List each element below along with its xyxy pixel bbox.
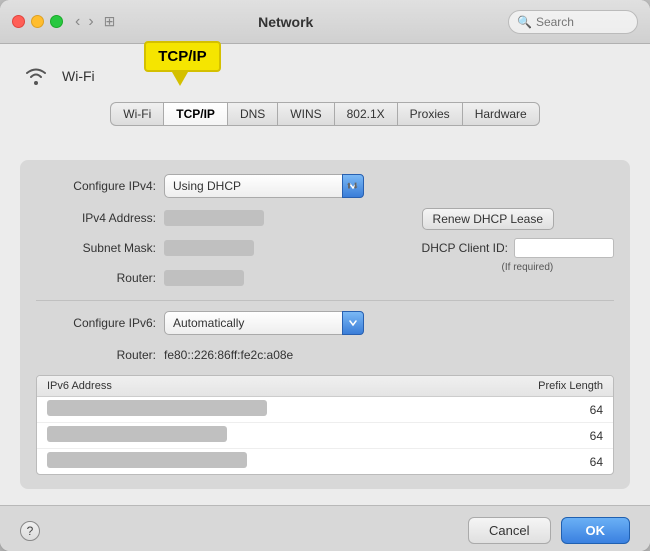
ipv6-col-prefix: Prefix Length [513,380,603,392]
ok-button[interactable]: OK [561,517,631,544]
ipv6-table-header: IPv6 Address Prefix Length [37,376,613,397]
form-section: Configure IPv4: Using DHCP IPv4 Address: [20,160,630,489]
wifi-header: Wi-Fi [20,60,630,92]
if-required-label: (If required) [502,262,554,273]
tab-tcpip[interactable]: TCP/IP TCP/IP [163,102,227,126]
ipv6-addr-1 [47,426,513,445]
configure-ipv4-value: Using DHCP [164,174,364,198]
renew-dhcp-button[interactable]: Renew DHCP Lease [422,208,555,230]
ipv6-router-label: Router: [36,348,156,362]
dhcp-right-panel: Renew DHCP Lease DHCP Client ID: (If req… [422,208,614,273]
tab-wifi[interactable]: Wi-Fi [110,102,163,126]
annotation-arrow [172,72,188,86]
dhcp-client-id-label: DHCP Client ID: [422,241,508,255]
titlebar: ‹ › ⊞ Network 🔍 [0,0,650,44]
tab-proxies[interactable]: Proxies [397,102,462,126]
router-row: Router: [36,266,264,290]
tab-wins[interactable]: WINS [277,102,333,126]
configure-ipv6-label: Configure IPv6: [36,316,156,330]
ipv6-addr-0 [47,400,513,419]
dhcp-client-id-input[interactable] [514,238,614,258]
ipv6-row-1: 64 [37,423,613,449]
router-value [164,270,244,286]
close-button[interactable] [12,15,25,28]
wifi-label: Wi-Fi [62,68,95,84]
configure-ipv4-label: Configure IPv4: [36,179,156,193]
tab-hardware[interactable]: Hardware [462,102,540,126]
ipv6-col-address: IPv6 Address [47,380,513,392]
help-button[interactable]: ? [20,521,40,541]
maximize-button[interactable] [50,15,63,28]
ipv6-prefix-0: 64 [513,403,603,417]
window-title: Network [63,14,508,30]
tab-dns[interactable]: DNS [227,102,277,126]
network-window: ‹ › ⊞ Network 🔍 Wi-Fi Wi [0,0,650,551]
ipv4-address-label: IPv4 Address: [36,211,156,225]
ipv4-renew-row: IPv4 Address: Subnet Mask: Router: Renew… [36,206,614,290]
configure-ipv6-row: Configure IPv6: Automatically [36,311,614,335]
cancel-button[interactable]: Cancel [468,517,550,544]
ipv6-prefix-1: 64 [513,429,603,443]
ipv6-addr-2 [47,452,513,471]
bottom-actions: Cancel OK [468,517,630,544]
ipv4-address-row: IPv4 Address: [36,206,264,230]
wifi-icon [20,60,52,92]
subnet-mask-row: Subnet Mask: [36,236,264,260]
window-controls [12,15,63,28]
router-label: Router: [36,271,156,285]
configure-ipv4-row: Configure IPv4: Using DHCP [36,174,614,198]
configure-ipv4-select-wrap[interactable]: Using DHCP [164,174,364,198]
ipv6-row-2: 64 [37,449,613,474]
select-chevron-icon [342,174,364,198]
configure-ipv6-select-wrap[interactable]: Automatically [164,311,364,335]
bottom-bar: ? Cancel OK [0,505,650,551]
tabs-wrapper: Wi-Fi TCP/IP TCP/IP DNS WINS 802.1X Prox… [20,102,630,140]
configure-ipv6-value: Automatically [164,311,364,335]
ipv6-row-0: 64 [37,397,613,423]
annotation-container: TCP/IP [144,41,220,86]
tab-8021x[interactable]: 802.1X [334,102,397,126]
ipv6-prefix-2: 64 [513,455,603,469]
dhcp-client-id-row: DHCP Client ID: [422,238,614,258]
search-bar[interactable]: 🔍 [508,10,638,34]
search-icon: 🔍 [517,15,532,29]
ipv6-router-row: Router: fe80::226:86ff:fe2c:a08e [36,343,614,367]
ipv6-chevron-icon [342,311,364,335]
minimize-button[interactable] [31,15,44,28]
search-input[interactable] [536,15,629,29]
separator-1 [36,300,614,301]
ipv4-address-value [164,210,264,226]
annotation-tooltip: TCP/IP [144,41,220,72]
ipv4-fields: IPv4 Address: Subnet Mask: Router: [36,206,264,290]
subnet-mask-label: Subnet Mask: [36,241,156,255]
ipv6-table: IPv6 Address Prefix Length 64 64 [36,375,614,475]
ipv6-router-value: fe80::226:86ff:fe2c:a08e [164,348,293,362]
subnet-mask-value [164,240,254,256]
tabs: Wi-Fi TCP/IP TCP/IP DNS WINS 802.1X Prox… [20,102,630,126]
main-content: Wi-Fi Wi-Fi TCP/IP TCP/IP DNS WINS 802.1… [0,44,650,505]
